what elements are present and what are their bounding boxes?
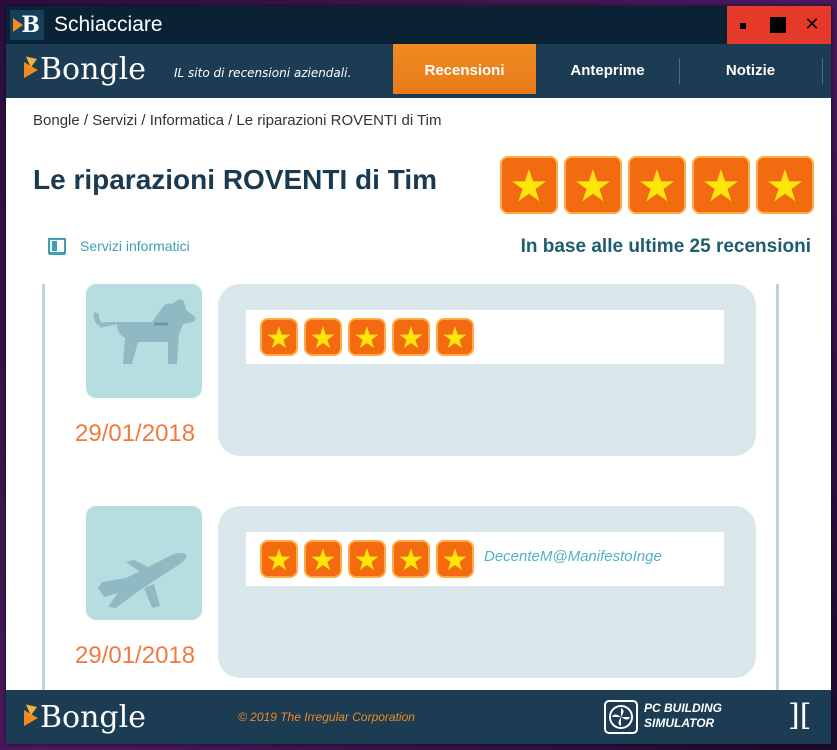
- game-logo-line2: SIMULATOR: [644, 716, 715, 730]
- airplane-icon: [98, 552, 187, 608]
- minimize-button[interactable]: [727, 6, 761, 44]
- nav-bar: Bongle IL sito di recensioni aziendali. …: [6, 44, 831, 98]
- close-button[interactable]: ✕: [795, 6, 829, 44]
- book-icon: [48, 238, 66, 255]
- star-icon: ★: [500, 156, 558, 214]
- review-basis: In base alle ultime 25 recensioni: [520, 236, 811, 257]
- reviewer-name[interactable]: DecenteM@ManifestoInge: [484, 548, 662, 565]
- star-icon: ★: [564, 156, 622, 214]
- copyright: © 2019 The Irregular Corporation: [238, 710, 415, 724]
- star-icon: ★: [304, 540, 342, 578]
- avatar: [86, 506, 202, 620]
- star-icon: ★: [304, 318, 342, 356]
- nav-divider: [822, 58, 823, 84]
- review-header: ★ ★ ★ ★ ★ DecenteM@ManifestoInge: [246, 532, 724, 586]
- category-label: Servizi informatici: [80, 238, 190, 254]
- star-icon: ★: [436, 540, 474, 578]
- avatar: [86, 284, 202, 398]
- tab-anteprime[interactable]: Anteprime: [536, 44, 679, 98]
- footer-brand-logo[interactable]: Bongle: [24, 700, 146, 736]
- breadcrumb[interactable]: Bongle / Servizi / Informatica / Le ripa…: [33, 112, 441, 129]
- star-icon: ★: [260, 318, 298, 356]
- star-icon: ★: [348, 540, 386, 578]
- review-card: ★ ★ ★ ★ ★ DecenteM@ManifestoInge: [218, 506, 756, 678]
- review-header: ★ ★ ★ ★ ★: [246, 310, 724, 364]
- game-logo: PC BUILDING SIMULATOR: [604, 700, 744, 734]
- star-icon: ★: [392, 540, 430, 578]
- tagline: IL sito di recensioni aziendali.: [174, 66, 352, 80]
- maximize-button[interactable]: [761, 6, 795, 44]
- footer: Bongle © 2019 The Irregular Corporation …: [6, 690, 831, 744]
- game-logo-line1: PC BUILDING: [644, 701, 722, 715]
- list-border-right: [776, 284, 779, 690]
- app-icon: B: [10, 10, 44, 40]
- star-icon: ★: [628, 156, 686, 214]
- page-title: Le riparazioni ROVENTI di Tim: [33, 164, 437, 195]
- review-list[interactable]: 29/01/2018 ★ ★ ★ ★ ★ 29/01/2018 ★ ★ ★ ★ …: [42, 284, 802, 690]
- review-card: ★ ★ ★ ★ ★: [218, 284, 756, 456]
- review-date: 29/01/2018: [75, 420, 196, 447]
- title-bar: B Schiacciare ✕: [6, 6, 831, 44]
- star-icon: ★: [692, 156, 750, 214]
- window-controls: ✕: [727, 6, 831, 44]
- tab-recensioni[interactable]: Recensioni: [393, 44, 536, 98]
- star-icon: ★: [260, 540, 298, 578]
- star-icon: ★: [392, 318, 430, 356]
- star-icon: ★: [436, 318, 474, 356]
- star-icon: ★: [756, 156, 814, 214]
- fan-icon: [604, 700, 638, 734]
- review-item: 29/01/2018 ★ ★ ★ ★ ★: [42, 284, 762, 456]
- category-link[interactable]: Servizi informatici: [48, 238, 190, 255]
- app-window: B Schiacciare ✕ Bongle IL sito di recens…: [6, 6, 831, 744]
- window-title: Schiacciare: [54, 13, 163, 36]
- main-content: Bongle / Servizi / Informatica / Le ripa…: [6, 98, 831, 690]
- review-item: 29/01/2018 ★ ★ ★ ★ ★ DecenteM@ManifestoInge: [42, 506, 762, 678]
- brand-logo[interactable]: Bongle: [24, 52, 146, 88]
- review-date: 29/01/2018: [75, 642, 196, 669]
- irregular-logo-icon: ][: [788, 698, 812, 733]
- star-icon: ★: [348, 318, 386, 356]
- tab-notizie[interactable]: Notizie: [679, 44, 822, 98]
- dog-icon: [93, 299, 196, 364]
